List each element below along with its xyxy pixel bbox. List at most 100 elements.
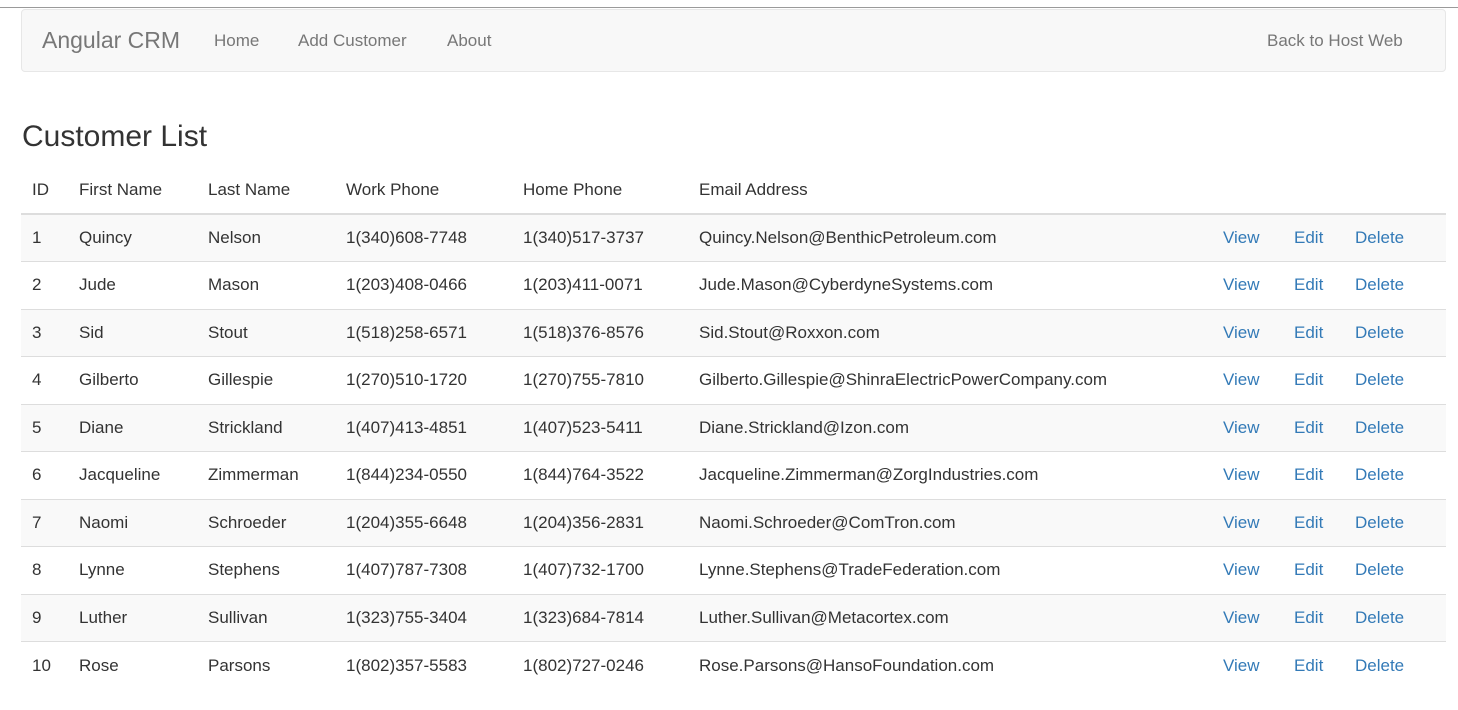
view-link-cell: View (1223, 356, 1294, 404)
cell-home-phone: 1(270)755-7810 (523, 356, 699, 404)
cell-first-name: Lynne (79, 546, 208, 594)
delete-link-cell: Delete (1355, 214, 1446, 262)
column-header-edit (1294, 167, 1355, 215)
cell-home-phone: 1(802)727-0246 (523, 641, 699, 689)
cell-first-name: Quincy (79, 214, 208, 262)
table-row: 6 Jacqueline Zimmerman 1(844)234-0550 1(844)… (21, 451, 1446, 499)
view-link-cell: View (1223, 498, 1294, 547)
view-link[interactable]: View (1223, 370, 1260, 389)
edit-link-cell: Edit (1294, 356, 1355, 404)
view-link[interactable]: View (1223, 465, 1260, 484)
edit-link[interactable]: Edit (1294, 656, 1323, 675)
cell-email: Luther.Sullivan@Metacortex.com (699, 593, 1223, 642)
cell-last-name: Stephens (208, 546, 346, 594)
delete-link-cell: Delete (1355, 593, 1446, 642)
column-header-work-phone: Work Phone (346, 167, 523, 215)
edit-link[interactable]: Edit (1294, 323, 1323, 342)
edit-link[interactable]: Edit (1294, 608, 1323, 627)
view-link[interactable]: View (1223, 608, 1260, 627)
page-title: Customer List (22, 120, 208, 153)
table-row: 3 Sid Stout 1(518)258-6571 1(518)376-8576 Sid… (21, 308, 1446, 357)
cell-work-phone: 1(270)510-1720 (346, 356, 523, 404)
cell-first-name: Luther (79, 593, 208, 642)
delete-link-cell: Delete (1355, 308, 1446, 357)
cell-email: Naomi.Schroeder@ComTron.com (699, 498, 1223, 547)
edit-link[interactable]: Edit (1294, 465, 1323, 484)
navbar-brand[interactable]: Angular CRM (42, 27, 180, 54)
cell-last-name: Mason (208, 261, 346, 309)
edit-link-cell: Edit (1294, 214, 1355, 262)
column-header-email: Email Address (699, 167, 1223, 215)
delete-link[interactable]: Delete (1355, 465, 1404, 484)
cell-home-phone: 1(340)517-3737 (523, 214, 699, 262)
edit-link[interactable]: Edit (1294, 560, 1323, 579)
view-link[interactable]: View (1223, 513, 1260, 532)
column-header-delete (1355, 167, 1446, 215)
delete-link-cell: Delete (1355, 261, 1446, 309)
table-row: 2 Jude Mason 1(203)408-0466 1(203)411-0071 Ju… (21, 261, 1446, 309)
cell-first-name: Jude (79, 261, 208, 309)
delete-link[interactable]: Delete (1355, 370, 1404, 389)
edit-link[interactable]: Edit (1294, 228, 1323, 247)
nav-link-home[interactable]: Home (214, 31, 259, 51)
delete-link-cell: Delete (1355, 356, 1446, 404)
cell-email: Rose.Parsons@HansoFoundation.com (699, 641, 1223, 689)
cell-id: 2 (21, 261, 79, 309)
edit-link[interactable]: Edit (1294, 418, 1323, 437)
column-header-id: ID (21, 167, 79, 215)
delete-link[interactable]: Delete (1355, 228, 1404, 247)
cell-id: 10 (21, 641, 79, 689)
cell-work-phone: 1(340)608-7748 (346, 214, 523, 262)
edit-link[interactable]: Edit (1294, 275, 1323, 294)
nav-link-back-to-host-web[interactable]: Back to Host Web (1267, 31, 1403, 51)
edit-link-cell: Edit (1294, 451, 1355, 499)
delete-link[interactable]: Delete (1355, 275, 1404, 294)
cell-id: 7 (21, 498, 79, 547)
delete-link[interactable]: Delete (1355, 608, 1404, 627)
cell-id: 8 (21, 546, 79, 594)
view-link-cell: View (1223, 546, 1294, 594)
view-link[interactable]: View (1223, 418, 1260, 437)
table-row: 10 Rose Parsons 1(802)357-5583 1(802)727-024… (21, 641, 1446, 689)
cell-email: Lynne.Stephens@TradeFederation.com (699, 546, 1223, 594)
cell-id: 1 (21, 214, 79, 262)
cell-home-phone: 1(203)411-0071 (523, 261, 699, 309)
nav-link-about[interactable]: About (447, 31, 491, 51)
edit-link[interactable]: Edit (1294, 370, 1323, 389)
table-header-row: ID First Name Last Name Work Phone Home … (21, 167, 1446, 215)
view-link[interactable]: View (1223, 323, 1260, 342)
cell-home-phone: 1(407)732-1700 (523, 546, 699, 594)
cell-id: 9 (21, 593, 79, 642)
cell-email: Jacqueline.Zimmerman@ZorgIndustries.com (699, 451, 1223, 499)
view-link[interactable]: View (1223, 275, 1260, 294)
cell-email: Diane.Strickland@Izon.com (699, 403, 1223, 452)
cell-email: Jude.Mason@CyberdyneSystems.com (699, 261, 1223, 309)
view-link[interactable]: View (1223, 560, 1260, 579)
cell-id: 6 (21, 451, 79, 499)
delete-link[interactable]: Delete (1355, 323, 1404, 342)
cell-home-phone: 1(204)356-2831 (523, 498, 699, 547)
delete-link[interactable]: Delete (1355, 656, 1404, 675)
view-link[interactable]: View (1223, 656, 1260, 675)
cell-work-phone: 1(802)357-5583 (346, 641, 523, 689)
view-link-cell: View (1223, 451, 1294, 499)
cell-work-phone: 1(844)234-0550 (346, 451, 523, 499)
cell-first-name: Sid (79, 308, 208, 357)
cell-last-name: Gillespie (208, 356, 346, 404)
table-row: 7 Naomi Schroeder 1(204)355-6648 1(204)356-2… (21, 498, 1446, 547)
nav-link-add-customer[interactable]: Add Customer (298, 31, 407, 51)
view-link[interactable]: View (1223, 228, 1260, 247)
delete-link[interactable]: Delete (1355, 560, 1404, 579)
delete-link[interactable]: Delete (1355, 513, 1404, 532)
table-row: 9 Luther Sullivan 1(323)755-3404 1(323)684-7… (21, 593, 1446, 642)
view-link-cell: View (1223, 641, 1294, 689)
column-header-home-phone: Home Phone (523, 167, 699, 215)
delete-link[interactable]: Delete (1355, 418, 1404, 437)
edit-link[interactable]: Edit (1294, 513, 1323, 532)
view-link-cell: View (1223, 214, 1294, 262)
table-row: 1 Quincy Nelson 1(340)608-7748 1(340)517-373… (21, 214, 1446, 262)
cell-id: 4 (21, 356, 79, 404)
table-row: 4 Gilberto Gillespie 1(270)510-1720 1(270)75… (21, 356, 1446, 404)
edit-link-cell: Edit (1294, 593, 1355, 642)
cell-work-phone: 1(204)355-6648 (346, 498, 523, 547)
